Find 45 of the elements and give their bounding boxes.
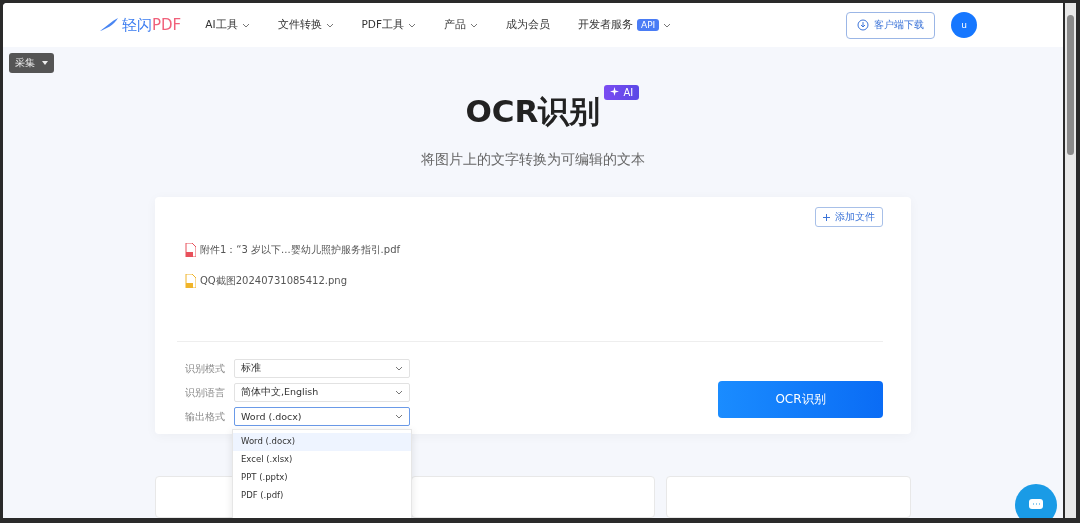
nav-link[interactable]: 产品 <box>444 18 466 32</box>
page-subtitle: 将图片上的文字转换为可编辑的文本 <box>421 151 645 169</box>
ai-badge: AI <box>604 85 640 100</box>
nav-link[interactable]: 开发者服务 <box>578 18 633 32</box>
ocr-button[interactable]: OCR识别 <box>718 381 883 418</box>
logo-text[interactable]: 轻闪PDF <box>122 15 182 35</box>
select-field[interactable]: 简体中文,English <box>234 383 410 402</box>
chevron-down-icon <box>408 22 416 28</box>
dropdown-option[interactable]: PDF (.pdf) <box>233 487 411 505</box>
field-label: 识别语言 <box>185 385 226 400</box>
scrollbar-thumb[interactable] <box>1067 15 1074 155</box>
download-icon <box>857 19 869 31</box>
chevron-down-icon <box>395 390 403 395</box>
field-label: 识别模式 <box>185 361 226 376</box>
pdf-file-icon <box>185 243 196 257</box>
select-field[interactable]: Word (.docx) <box>234 407 410 426</box>
user-avatar[interactable]: u <box>951 12 977 38</box>
select-field[interactable]: 标准 <box>234 359 410 378</box>
page-title: OCR识别 <box>465 92 601 131</box>
nav-link[interactable]: 文件转换 <box>277 18 322 32</box>
chevron-down-icon <box>470 22 478 28</box>
field-label: 输出格式 <box>185 409 226 424</box>
chat-button[interactable] <box>1015 484 1057 518</box>
image-file-icon <box>185 274 196 288</box>
chat-icon <box>1028 498 1044 512</box>
file-name[interactable]: 附件1：“3 岁以下...婴幼儿照护服务指引.pdf <box>200 243 400 257</box>
dropdown-option[interactable]: Excel (.xlsx) <box>233 451 411 469</box>
add-file-button[interactable]: 添加文件 <box>815 207 883 227</box>
download-button[interactable]: 客户端下载 <box>846 11 935 39</box>
dropdown-option[interactable]: PPT (.pptx) <box>233 469 411 487</box>
nav-link[interactable]: PDF工具 <box>361 18 404 32</box>
chevron-down-icon <box>325 22 334 28</box>
nav-link[interactable]: 成为会员 <box>506 18 550 32</box>
nav-link[interactable]: AI工具 <box>205 18 238 32</box>
caret-icon <box>42 61 48 65</box>
chevron-down-icon <box>395 414 403 419</box>
dropdown-option[interactable]: Word (.docx) <box>233 433 411 451</box>
chevron-down-icon <box>395 366 403 371</box>
chevron-down-icon <box>663 22 672 28</box>
plus-icon <box>823 213 830 221</box>
file-name[interactable]: QQ截图20240731085412.png <box>200 274 348 288</box>
chevron-down-icon <box>241 22 250 28</box>
api-badge: API <box>637 19 660 31</box>
sparkle-icon <box>610 87 620 96</box>
collect-button[interactable]: 采集 <box>9 53 54 73</box>
